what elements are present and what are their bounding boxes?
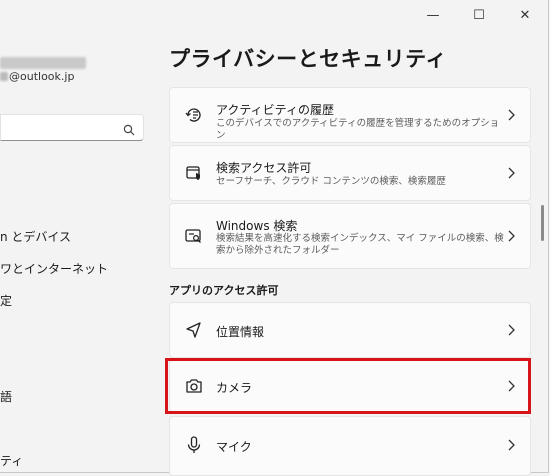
- settings-window: — ☐ ✕ @outlook.jp n とデバイス ワとインターネット 定 語 …: [0, 0, 549, 476]
- card-title: Windows 検索: [216, 219, 298, 233]
- card-description: セーフサーチ、クラウド コンテンツの検索、検索履歴: [216, 176, 446, 187]
- user-email-suffix: @outlook.jp: [9, 70, 75, 83]
- chevron-right-icon: [508, 439, 515, 451]
- user-email: @outlook.jp: [0, 70, 74, 83]
- close-button[interactable]: ✕: [502, 0, 548, 30]
- card-search-permissions[interactable]: 検索アクセス許可 セーフサーチ、クラウド コンテンツの検索、検索履歴: [169, 145, 531, 201]
- nav-item-network-internet[interactable]: ワとインターネット: [0, 260, 108, 277]
- card-location[interactable]: 位置情報: [169, 302, 531, 358]
- card-activity-history[interactable]: アクティビティの履歴 このデバイスでのアクティビティの履歴を管理するためのオプシ…: [169, 87, 531, 143]
- card-description: 検索結果を高速化する検索インデックス、マイ ファイルの検索、検索から除外されたフ…: [216, 233, 504, 256]
- chevron-right-icon: [508, 230, 515, 242]
- card-microphone[interactable]: マイク: [169, 416, 531, 476]
- activity-history-icon: [184, 105, 204, 125]
- titlebar-controls: — ☐ ✕: [410, 0, 548, 30]
- nav-item-personalization[interactable]: 定: [0, 292, 12, 309]
- email-blur: [0, 72, 8, 81]
- chevron-right-icon: [508, 324, 515, 336]
- section-label-app-permissions: アプリのアクセス許可: [169, 284, 279, 297]
- chevron-right-icon: [508, 167, 515, 179]
- page-title: プライバシーとセキュリティ: [169, 47, 447, 71]
- card-description: このデバイスでのアクティビティの履歴を管理するためのオプション: [216, 118, 500, 141]
- maximize-button[interactable]: ☐: [456, 0, 502, 30]
- minimize-button[interactable]: —: [410, 0, 456, 30]
- location-icon: [184, 320, 204, 340]
- windows-search-icon: [184, 226, 204, 246]
- search-icon: [123, 121, 135, 140]
- card-windows-search[interactable]: Windows 検索 検索結果を高速化する検索インデックス、マイ ファイルの検索…: [169, 203, 531, 269]
- nav-item-time-language[interactable]: 語: [0, 388, 12, 405]
- search-permissions-icon: [184, 163, 204, 183]
- microphone-icon: [184, 435, 204, 455]
- scrollbar-thumb[interactable]: [541, 205, 544, 241]
- user-name-blurred: [0, 57, 86, 69]
- nav-item-accessibility[interactable]: ティ: [0, 452, 23, 469]
- card-title: 位置情報: [216, 325, 265, 339]
- search-box[interactable]: [0, 114, 144, 141]
- chevron-right-icon: [508, 109, 515, 121]
- card-title: マイク: [216, 440, 252, 454]
- highlight-box: [165, 358, 531, 414]
- card-title: 検索アクセス許可: [216, 161, 312, 175]
- card-title: アクティビティの履歴: [216, 103, 334, 117]
- nav-item-bluetooth-devices[interactable]: n とデバイス: [0, 228, 71, 245]
